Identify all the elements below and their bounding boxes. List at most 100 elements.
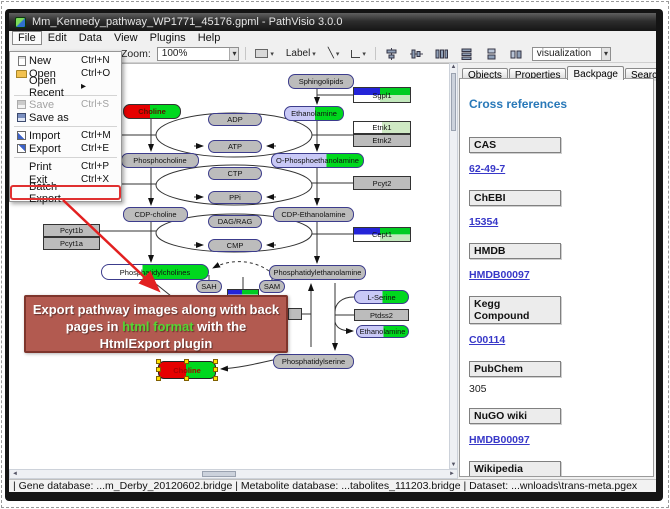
connector-tool-button[interactable]: ▾	[348, 46, 369, 61]
backpage-content[interactable]: Cross references CAS62-49-7ChEBI15354HMD…	[459, 78, 654, 477]
menu-item-print[interactable]: PrintCtrl+P	[11, 160, 120, 173]
stack-horizontal-button[interactable]	[507, 46, 526, 61]
align-center-x-icon	[385, 48, 398, 60]
xref-link[interactable]: 15354	[469, 216, 498, 228]
node-sam[interactable]: SAM	[259, 280, 285, 293]
node-sgpl1[interactable]: Sgpl1	[353, 87, 411, 103]
scroll-up-icon[interactable]: ▲	[450, 64, 457, 70]
zoom-combobox[interactable]: 100% ▾	[157, 47, 240, 61]
tab-backpage[interactable]: Backpage	[567, 66, 623, 80]
node-phosphatidylethanolamine[interactable]: Phosphatidylethanolamine	[269, 265, 366, 280]
gene-box-partial[interactable]	[288, 308, 302, 320]
node-ethanolamine-top[interactable]: Ethanolamine	[284, 106, 344, 121]
scroll-right-icon[interactable]: ►	[449, 471, 455, 477]
canvas-vertical-scrollbar[interactable]: ▲ ▼	[449, 63, 458, 469]
selection-handle[interactable]	[156, 367, 161, 372]
node-ctp[interactable]: CTP	[208, 167, 262, 180]
node-phosphocholine[interactable]: Phosphocholine	[121, 153, 199, 168]
node-ethanolamine-bottom[interactable]: Ethanolamine	[356, 325, 409, 338]
menu-plugins[interactable]: Plugins	[144, 32, 192, 44]
save-icon	[14, 100, 29, 109]
node-choline-selected[interactable]: Choline	[158, 361, 216, 379]
xref-section-chebi: ChEBI15354	[469, 190, 653, 230]
node-pcyt1a[interactable]: Pcyt1a	[43, 237, 100, 250]
selection-handle[interactable]	[213, 367, 218, 372]
xref-link[interactable]: HMDB00097	[469, 434, 530, 446]
node-cmp[interactable]: CMP	[208, 239, 262, 252]
align-center-y-icon	[410, 48, 423, 60]
node-l-serine[interactable]: L-Serine	[354, 290, 409, 304]
node-ppi[interactable]: PPi	[208, 191, 262, 204]
menu-separator	[14, 126, 117, 127]
visualization-combobox[interactable]: visualization ▾	[532, 47, 611, 61]
node-cept1[interactable]: Cept1	[353, 227, 411, 242]
menu-item-batch-export[interactable]: Batch Export	[11, 186, 120, 199]
menu-item-import[interactable]: ImportCtrl+M	[11, 129, 120, 142]
app-window: Mm_Kennedy_pathway_WP1771_45176.gpml - P…	[5, 9, 663, 501]
node-phosphatidylcholines[interactable]: Phosphatidylcholines	[101, 264, 209, 280]
xref-link[interactable]: 62-49-7	[469, 163, 505, 175]
window-title: Mm_Kennedy_pathway_WP1771_45176.gpml - P…	[32, 16, 342, 28]
selection-handle[interactable]	[184, 376, 189, 381]
node-sah[interactable]: SAH	[196, 280, 222, 293]
node-ptdss2[interactable]: Ptdss2	[354, 309, 409, 321]
node-choline-top[interactable]: Choline	[123, 104, 181, 119]
node-phosphatidylserine[interactable]: Phosphatidylserine	[273, 354, 354, 369]
menu-file[interactable]: File	[12, 31, 42, 45]
menu-item-new[interactable]: NewCtrl+N	[11, 54, 120, 67]
scroll-left-icon[interactable]: ◄	[12, 471, 18, 477]
menu-item-save[interactable]: SaveCtrl+S	[11, 98, 120, 111]
menu-help[interactable]: Help	[192, 32, 227, 44]
node-label: Phosphocholine	[133, 156, 186, 165]
node-label: CDP-choline	[134, 210, 176, 219]
selection-handle[interactable]	[213, 376, 218, 381]
selection-handle[interactable]	[156, 376, 161, 381]
selection-handle[interactable]	[213, 359, 218, 364]
distribute-vertical-button[interactable]	[457, 46, 476, 61]
pathvisio-icon	[15, 17, 26, 28]
distribute-horizontal-button[interactable]	[432, 46, 451, 61]
scroll-down-icon[interactable]: ▼	[450, 462, 457, 468]
canvas-horizontal-scrollbar[interactable]: ◄ ►	[9, 469, 458, 479]
node-label: ATP	[228, 142, 242, 151]
node-dag-rag[interactable]: DAG/RAG	[208, 215, 262, 228]
title-bar[interactable]: Mm_Kennedy_pathway_WP1771_45176.gpml - P…	[9, 13, 656, 31]
node-adp[interactable]: ADP	[208, 113, 262, 126]
node-etnk2[interactable]: Etnk2	[353, 134, 411, 147]
line-tool-button[interactable]: ╲▾	[325, 46, 343, 61]
xref-link[interactable]: HMDB00097	[469, 269, 530, 281]
selection-handle[interactable]	[184, 359, 189, 364]
node-o-phosphoethanolamine[interactable]: O-Phosphoethanolamine	[271, 153, 364, 168]
menu-data[interactable]: Data	[73, 32, 108, 44]
xref-link[interactable]: C00114	[469, 334, 505, 346]
label-tool-button[interactable]: Label▾	[283, 46, 319, 61]
align-center-y-button[interactable]	[407, 46, 426, 61]
menu-view[interactable]: View	[108, 32, 144, 44]
chevron-down-icon[interactable]: ▾	[601, 48, 610, 60]
selection-handle[interactable]	[156, 359, 161, 364]
node-cdp-choline[interactable]: CDP-choline	[123, 207, 188, 222]
menu-item-open-recent[interactable]: Open Recent▸	[11, 80, 120, 93]
node-pcyt2[interactable]: Pcyt2	[353, 176, 411, 190]
datanode-tool-button[interactable]: ▾	[252, 46, 277, 61]
menu-edit[interactable]: Edit	[42, 32, 73, 44]
node-label: Etnk1	[372, 123, 391, 132]
chevron-down-icon[interactable]: ▾	[229, 48, 238, 60]
menu-item-label: Save as	[29, 112, 81, 124]
menu-item-save-as[interactable]: Save as	[11, 111, 120, 124]
horizontal-scroll-thumb[interactable]	[202, 471, 236, 477]
node-atp[interactable]: ATP	[208, 140, 262, 153]
node-label: CMP	[227, 241, 244, 250]
vertical-scroll-thumb[interactable]	[451, 73, 456, 131]
align-center-x-button[interactable]	[382, 46, 401, 61]
stack-vertical-button[interactable]	[482, 46, 501, 61]
menu-item-label: Open Recent	[29, 75, 81, 99]
node-pcyt1b[interactable]: Pcyt1b	[43, 224, 100, 237]
node-etnk1[interactable]: Etnk1	[353, 121, 411, 134]
node-cdp-ethanolamine[interactable]: CDP-Ethanolamine	[273, 207, 354, 222]
menu-item-label: Print	[29, 161, 81, 173]
menu-item-export[interactable]: ExportCtrl+E	[11, 142, 120, 155]
node-sphingolipids[interactable]: Sphingolipids	[288, 74, 354, 89]
node-label: Ethanolamine	[360, 327, 406, 336]
chevron-down-icon: ▾	[362, 50, 366, 58]
